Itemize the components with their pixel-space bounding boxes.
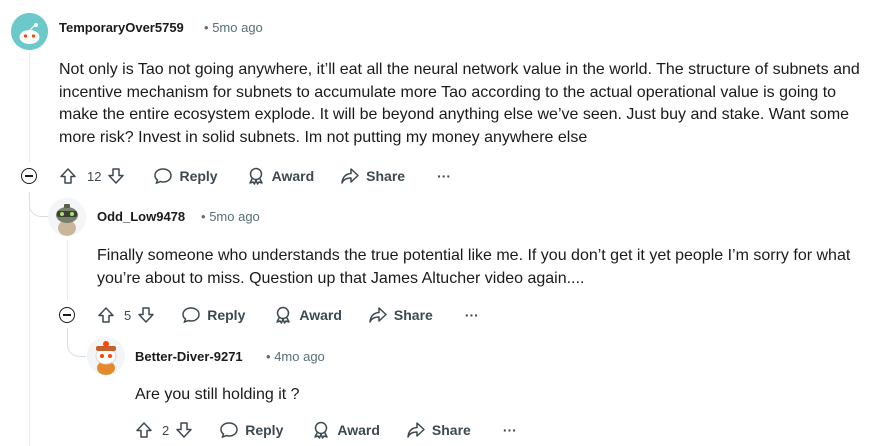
reply-label: Reply — [179, 168, 218, 184]
comment-actions: 12 Reply Award Share ··· — [59, 164, 451, 188]
share-icon — [341, 168, 359, 184]
comment-time[interactable]: 4mo ago — [274, 349, 325, 364]
reply-button[interactable]: Reply — [181, 305, 245, 325]
comment-body: Are you still holding it ? — [135, 386, 300, 403]
share-label: Share — [393, 307, 433, 323]
award-label: Award — [299, 307, 342, 323]
upvote-button[interactable] — [135, 421, 153, 439]
thread-line-1b — [29, 192, 30, 446]
share-icon — [369, 307, 387, 323]
meta-separator: • — [204, 20, 209, 35]
reply-button[interactable]: Reply — [219, 420, 283, 440]
award-button[interactable]: Award — [246, 166, 315, 186]
comment-actions: 2 Reply Award Share ··· — [135, 418, 517, 442]
avatar[interactable] — [11, 13, 48, 50]
downvote-button[interactable] — [175, 421, 193, 439]
award-icon — [276, 306, 291, 324]
award-label: Award — [337, 422, 380, 438]
share-button[interactable]: Share — [406, 420, 471, 440]
share-label: Share — [431, 422, 471, 438]
comment-time[interactable]: 5mo ago — [212, 20, 263, 35]
collapse-thread-button[interactable] — [21, 168, 37, 184]
avatar[interactable] — [48, 198, 86, 236]
award-icon — [248, 167, 263, 185]
upvote-icon — [98, 307, 114, 323]
comment-meta: • 5mo ago — [201, 209, 260, 224]
vote-count: 12 — [87, 168, 102, 184]
meta-separator: • — [201, 209, 206, 224]
vote-count: 2 — [162, 422, 170, 438]
downvote-icon — [108, 168, 125, 184]
more-options-button[interactable]: ··· — [465, 307, 479, 323]
vote-count: 5 — [124, 307, 132, 323]
reply-label: Reply — [245, 422, 284, 438]
snoo-avatar-icon — [48, 198, 86, 236]
upvote-button[interactable] — [97, 306, 115, 324]
thread-elbow-1 — [29, 192, 48, 217]
comment-meta: • 4mo ago — [266, 349, 325, 364]
snoo-avatar-icon — [11, 13, 48, 50]
more-options-button[interactable]: ··· — [503, 422, 517, 438]
reply-icon — [220, 422, 238, 439]
downvote-button[interactable] — [137, 306, 155, 324]
award-icon — [314, 421, 329, 439]
thread-line-1 — [29, 52, 30, 162]
upvote-icon — [136, 422, 152, 438]
award-label: Award — [271, 168, 315, 184]
comment-username[interactable]: TemporaryOver5759 — [59, 20, 184, 35]
reply-icon — [182, 307, 200, 324]
meta-separator: • — [266, 349, 271, 364]
comment-body: Not only is Tao not going anywhere, it’l… — [59, 61, 860, 146]
award-button[interactable]: Award — [311, 420, 380, 440]
comment-meta: • 5mo ago — [204, 20, 263, 35]
award-button[interactable]: Award — [273, 305, 342, 325]
collapse-thread-button[interactable] — [59, 307, 75, 323]
comment-actions: 5 Reply Award Share ··· — [97, 303, 479, 327]
downvote-icon — [138, 307, 154, 323]
share-button[interactable]: Share — [340, 166, 405, 186]
reply-icon — [154, 168, 173, 185]
comment-body: Finally someone who understands the true… — [97, 247, 851, 287]
comment-time[interactable]: 5mo ago — [209, 209, 260, 224]
snoo-avatar-icon — [87, 337, 125, 375]
upvote-icon — [60, 168, 76, 184]
downvote-button[interactable] — [107, 167, 125, 185]
share-button[interactable]: Share — [368, 305, 433, 325]
thread-line-2 — [67, 240, 68, 300]
share-icon — [407, 422, 425, 438]
more-options-button[interactable]: ··· — [437, 168, 451, 184]
comment-username[interactable]: Better-Diver-9271 — [135, 349, 243, 364]
avatar[interactable] — [87, 337, 125, 375]
thread-elbow-2 — [67, 328, 86, 357]
downvote-icon — [176, 422, 192, 438]
comment-username[interactable]: Odd_Low9478 — [97, 209, 185, 224]
upvote-button[interactable] — [59, 167, 77, 185]
reply-label: Reply — [207, 307, 246, 323]
reply-button[interactable]: Reply — [153, 166, 218, 186]
share-label: Share — [366, 168, 406, 184]
